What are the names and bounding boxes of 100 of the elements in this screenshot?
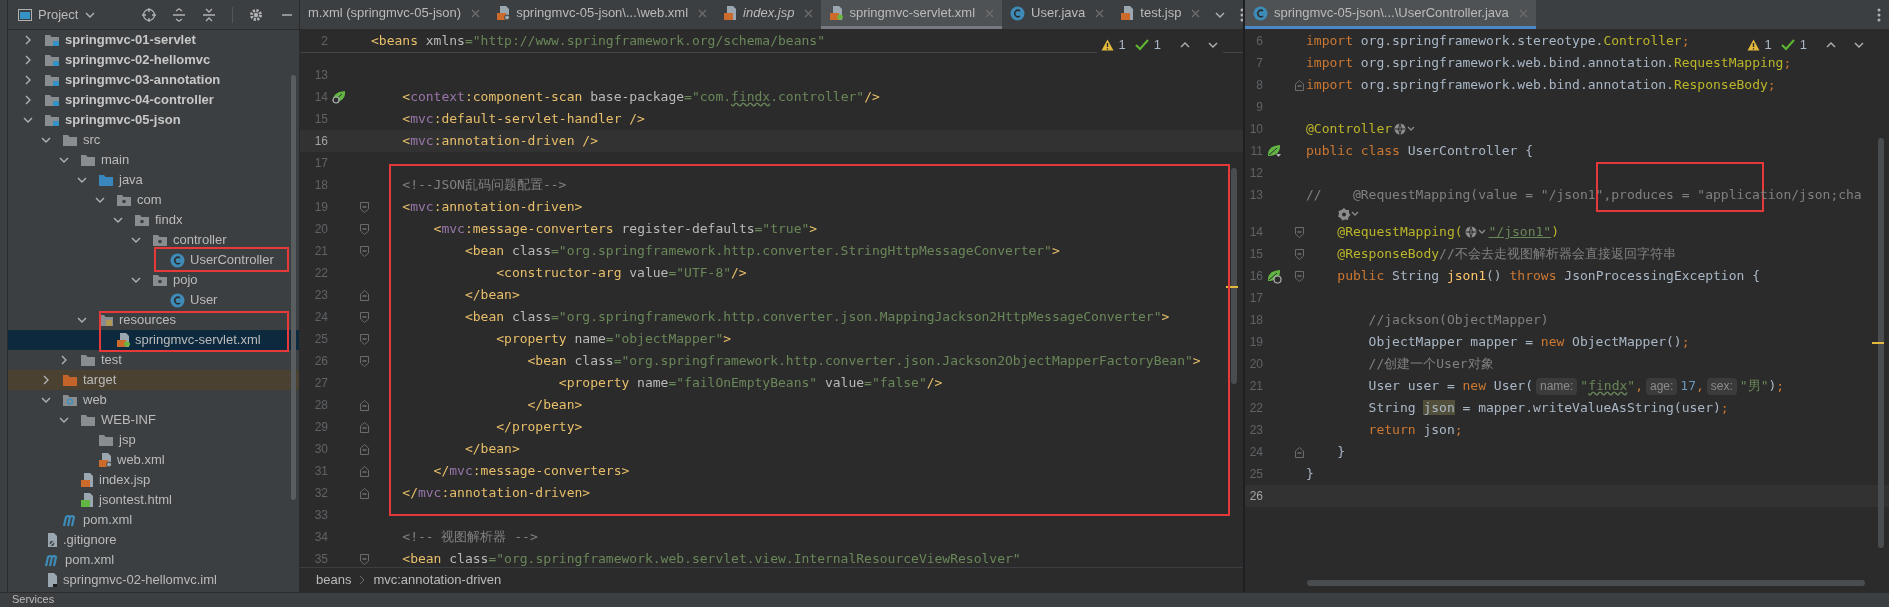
check-icon[interactable] xyxy=(1134,38,1149,51)
panel-title[interactable]: Project xyxy=(38,4,79,25)
more-icon[interactable] xyxy=(1240,7,1243,22)
tree-item[interactable]: findx xyxy=(8,210,299,230)
maven-icon xyxy=(44,553,60,567)
spring-bean-icon[interactable] xyxy=(331,89,347,105)
code-text: <mvc:default-servlet-handler /> xyxy=(401,110,645,128)
warning-icon[interactable] xyxy=(1100,38,1114,51)
fold-icon[interactable] xyxy=(360,223,369,235)
scrollbar[interactable] xyxy=(1231,168,1237,384)
tree-item[interactable]: src xyxy=(8,130,299,150)
fold-icon[interactable] xyxy=(360,355,369,367)
line-number: 14 xyxy=(314,90,328,104)
locate-icon[interactable] xyxy=(142,7,156,22)
tree-item[interactable]: WEB-INF xyxy=(8,410,299,430)
fold-icon[interactable] xyxy=(360,333,369,345)
globe-icon[interactable] xyxy=(1463,225,1488,239)
code-text: String json = mapper.writeValueAsString(user); xyxy=(1367,399,1729,417)
fold-icon[interactable] xyxy=(360,421,369,433)
tree-item[interactable]: pom.xml xyxy=(8,550,299,570)
fold-icon[interactable] xyxy=(1295,270,1304,282)
fold-icon[interactable] xyxy=(360,289,369,301)
xml-file-icon xyxy=(829,5,844,21)
line-number: 20 xyxy=(314,222,328,236)
folder-icon xyxy=(44,93,60,107)
fold-icon[interactable] xyxy=(1295,79,1304,91)
folder-icon xyxy=(44,33,60,47)
editor-tab[interactable]: springmvc-servlet.xml xyxy=(821,0,1003,29)
tree-item[interactable]: springmvc-servlet.xml xyxy=(8,330,299,350)
tree-item[interactable]: springmvc-05-json xyxy=(8,110,299,130)
folder-icon xyxy=(116,193,132,207)
code-text: <!--JSON乱码问题配置--> xyxy=(401,176,567,194)
tree-item[interactable]: target xyxy=(8,370,299,390)
fold-icon[interactable] xyxy=(360,443,369,455)
tree-item[interactable]: User xyxy=(8,290,299,310)
check-icon[interactable] xyxy=(1780,38,1795,51)
tree-item[interactable]: com xyxy=(8,190,299,210)
warning-icon[interactable] xyxy=(1746,38,1760,51)
line-number: 26 xyxy=(1249,489,1263,503)
breadcrumb[interactable]: beans xyxy=(316,570,352,590)
tree-item[interactable]: jsontest.html xyxy=(8,490,299,510)
fold-icon[interactable] xyxy=(360,465,369,477)
line-number: 34 xyxy=(314,530,328,544)
parameter-hint: sex: xyxy=(1706,377,1737,395)
spring-bean-icon[interactable] xyxy=(1266,268,1282,284)
line-number: 22 xyxy=(1249,401,1263,415)
xml-file-icon xyxy=(116,332,130,348)
tree-item[interactable]: springmvc-01-servlet xyxy=(8,30,299,50)
tree-item[interactable]: index.jsp xyxy=(8,470,299,490)
tree-item[interactable]: main xyxy=(8,150,299,170)
editor-tab[interactable]: springmvc-05-json\...\UserController.java xyxy=(1245,0,1536,29)
fold-icon[interactable] xyxy=(360,553,369,565)
editor-tab[interactable]: m.xml (springmvc-05-json) xyxy=(300,0,489,29)
services-tab[interactable]: Services xyxy=(12,593,55,606)
tree-item[interactable]: web xyxy=(8,390,299,410)
tree-item[interactable]: .gitignore xyxy=(8,530,299,550)
tree-item[interactable]: springmvc-03-annotation xyxy=(8,70,299,90)
scrollbar[interactable] xyxy=(1878,138,1884,548)
tree-item[interactable]: pom.xml xyxy=(8,510,299,530)
fold-icon[interactable] xyxy=(360,487,369,499)
folder-icon xyxy=(98,433,114,447)
fold-icon[interactable] xyxy=(1295,446,1304,458)
fold-icon[interactable] xyxy=(360,399,369,411)
warning-count: 1 xyxy=(1118,36,1126,54)
spring-bean-icon[interactable] xyxy=(1266,143,1282,159)
line-number: 23 xyxy=(314,288,328,302)
expand-all-icon[interactable] xyxy=(172,7,186,22)
tree-item[interactable]: springmvc-04-controller xyxy=(8,90,299,110)
editor-tab[interactable]: springmvc-05-json\...\web.xml xyxy=(488,0,716,29)
fold-icon[interactable] xyxy=(1295,226,1304,238)
tree-item[interactable]: UserController xyxy=(8,250,299,270)
code-text: </bean> xyxy=(463,440,520,458)
fold-icon[interactable] xyxy=(360,201,369,213)
editor-tab[interactable]: index.jsp xyxy=(715,0,822,29)
more-icon[interactable] xyxy=(1877,7,1881,22)
code-text: <!-- 视图解析器 --> xyxy=(401,528,538,546)
scrollbar[interactable] xyxy=(1307,580,1865,586)
tree-item[interactable]: test xyxy=(8,350,299,370)
breadcrumb[interactable]: mvc:annotation-driven xyxy=(373,570,502,590)
code-text: //jackson(ObjectMapper) xyxy=(1367,311,1549,329)
tree-item[interactable]: springmvc-02-hellomvc xyxy=(8,50,299,70)
fold-icon[interactable] xyxy=(360,245,369,257)
line-number: 31 xyxy=(314,464,328,478)
fold-icon[interactable] xyxy=(360,311,369,323)
code-text: import org.springframework.stereotype.Controller; xyxy=(1306,32,1690,50)
tree-item[interactable]: pojo xyxy=(8,270,299,290)
scrollbar[interactable] xyxy=(291,75,296,500)
code-text: User user = new User( xyxy=(1367,377,1533,395)
editor-tab[interactable]: User.java xyxy=(1002,0,1113,29)
fold-icon[interactable] xyxy=(1295,248,1304,260)
tree-item[interactable]: web.xml xyxy=(8,450,299,470)
line-number: 16 xyxy=(1249,269,1263,283)
settings-icon[interactable] xyxy=(249,7,263,22)
tree-item[interactable]: jsp xyxy=(8,430,299,450)
editor-tab[interactable]: test.jsp xyxy=(1112,0,1209,29)
tree-item[interactable]: java xyxy=(8,170,299,190)
tree-item[interactable]: springmvc-02-hellomvc.iml xyxy=(8,570,299,590)
badge-icon[interactable] xyxy=(1337,206,1361,221)
tree-item[interactable]: controller xyxy=(8,230,299,250)
collapse-all-icon[interactable] xyxy=(202,7,216,22)
